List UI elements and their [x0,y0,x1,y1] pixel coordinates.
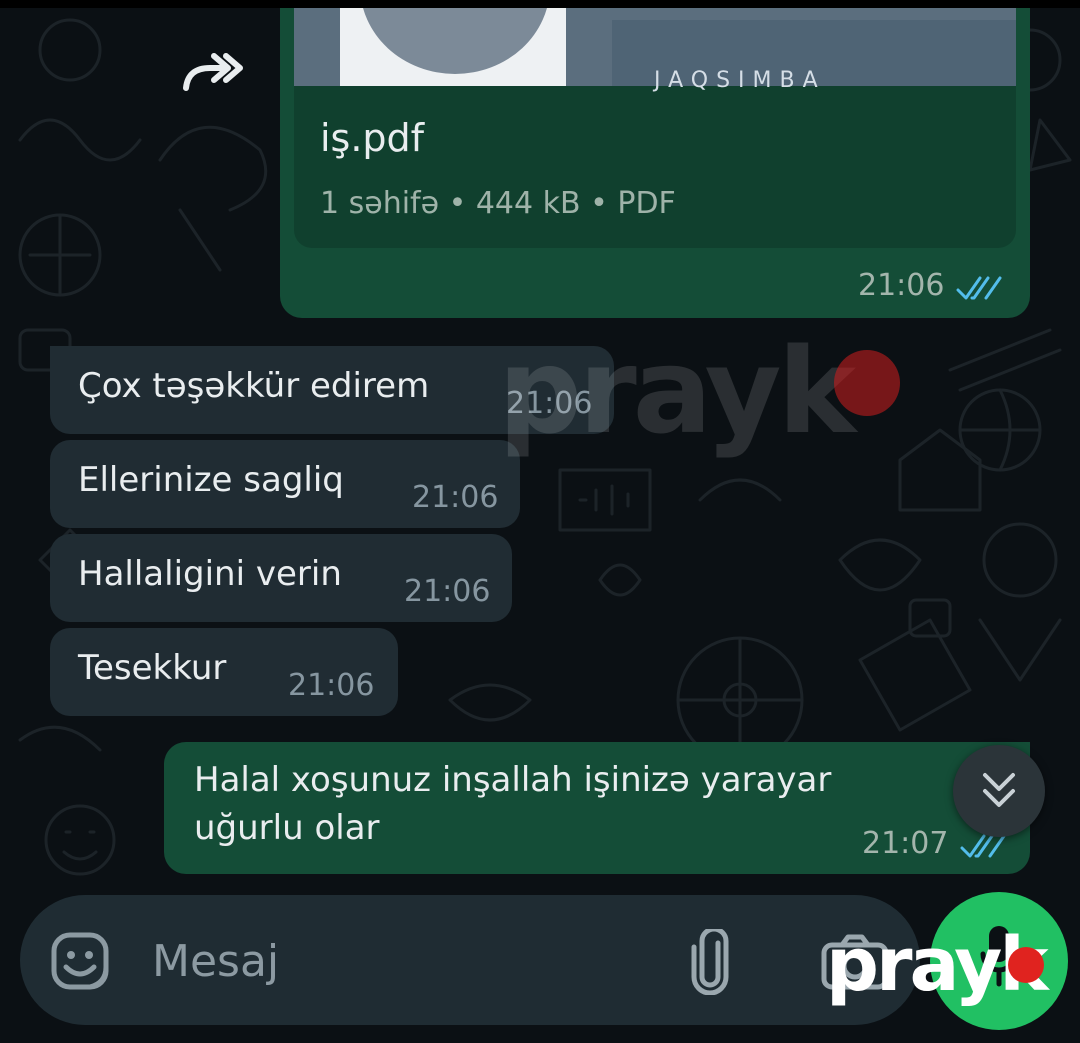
message-text: Hallaligini verin [78,554,342,594]
incoming-message[interactable]: Hallaligini verin 21:06 [50,534,512,622]
incoming-message[interactable]: Ellerinize sagliq 21:06 [50,440,520,528]
message-composer [20,895,920,1025]
file-card[interactable]: JAQSIMBA iş.pdf 1 səhifə • 444 kB • PDF [294,8,1016,248]
message-text: Tesekkur [78,648,227,688]
status-strip [0,0,1080,8]
file-name: iş.pdf [320,116,425,160]
watermark-dot [834,350,900,416]
read-ticks-icon [956,276,1002,300]
message-time: 21:06 [404,574,491,609]
sticker-icon[interactable] [50,931,110,991]
file-preview-thumbnail: JAQSIMBA [294,8,1016,93]
preview-text: JAQSIMBA [654,68,826,93]
outgoing-message[interactable]: Halal xoşunuz inşallah işinizə yarayar u… [164,742,1030,874]
message-text: Ellerinize sagliq [78,460,344,500]
message-text: Çox təşəkkür edirem [78,366,430,406]
watermark-logo: prayk [498,322,856,460]
message-text-line-1: Halal xoşunuz inşallah işinizə yarayar [194,760,832,800]
file-meta: 1 səhifə • 444 kB • PDF [320,186,676,221]
message-time: 21:06 [288,668,375,703]
outgoing-file-message[interactable]: JAQSIMBA iş.pdf 1 səhifə • 444 kB • PDF … [280,8,1030,318]
paperclip-icon[interactable] [688,929,734,995]
message-time: 21:06 [412,480,499,515]
watermark-dot-small [1008,947,1044,983]
message-input[interactable] [150,925,654,997]
message-time: 21:07 [862,826,949,861]
message-time: 21:06 [858,268,945,303]
incoming-message[interactable]: Tesekkur 21:06 [50,628,398,716]
forward-icon[interactable] [178,44,248,106]
double-chevron-down-icon [983,773,1015,807]
scroll-to-bottom-button[interactable] [953,745,1045,837]
message-text-line-2: uğurlu olar [194,808,380,848]
